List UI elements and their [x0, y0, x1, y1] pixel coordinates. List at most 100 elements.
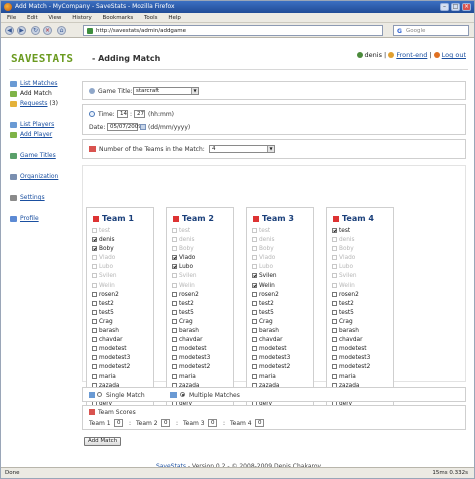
- sidebar-item-list-players[interactable]: List Players: [9, 120, 77, 130]
- score-input-team-2[interactable]: 0: [161, 419, 170, 427]
- home-icon[interactable]: ⌂: [57, 26, 66, 35]
- player-row[interactable]: modetest3: [92, 354, 130, 363]
- player-row[interactable]: Crag: [252, 318, 290, 327]
- player-row[interactable]: modetest2: [92, 363, 130, 372]
- player-checkbox[interactable]: [332, 346, 337, 352]
- player-checkbox[interactable]: [172, 355, 177, 361]
- player-checkbox[interactable]: [92, 337, 97, 343]
- sidebar-item-list-matches[interactable]: List Matches: [9, 79, 77, 89]
- player-checkbox[interactable]: [332, 373, 337, 379]
- player-checkbox[interactable]: [332, 300, 337, 306]
- player-checkbox[interactable]: [332, 337, 337, 343]
- player-row[interactable]: rosen2: [92, 291, 130, 300]
- date-input[interactable]: 05/07/2009: [107, 123, 142, 131]
- player-row[interactable]: barash: [92, 327, 130, 336]
- player-checkbox[interactable]: [332, 364, 337, 370]
- player-checkbox[interactable]: [332, 318, 337, 324]
- player-row[interactable]: Boby: [92, 245, 130, 254]
- player-checkbox[interactable]: [252, 337, 257, 343]
- score-input-team-3[interactable]: 0: [208, 419, 217, 427]
- back-icon[interactable]: ◀: [5, 26, 14, 35]
- sidebar-item-label[interactable]: Game Titles: [20, 152, 56, 159]
- player-row[interactable]: test5: [172, 309, 210, 318]
- player-row[interactable]: modetest: [332, 345, 370, 354]
- player-checkbox[interactable]: [172, 373, 177, 379]
- player-checkbox[interactable]: [92, 318, 97, 324]
- sidebar-item-add-player[interactable]: Add Player: [9, 130, 77, 140]
- player-row[interactable]: Welin: [252, 282, 290, 291]
- minute-input[interactable]: 27: [134, 110, 145, 118]
- player-row[interactable]: chavdar: [172, 336, 210, 345]
- sidebar-item-label[interactable]: Requests: [20, 100, 48, 107]
- score-input-team-4[interactable]: 0: [255, 419, 264, 427]
- player-checkbox[interactable]: [92, 309, 97, 315]
- player-checkbox[interactable]: [172, 255, 177, 261]
- player-row[interactable]: test2: [252, 300, 290, 309]
- player-row[interactable]: maria: [172, 373, 210, 382]
- player-checkbox[interactable]: [92, 300, 97, 306]
- player-row[interactable]: maria: [332, 373, 370, 382]
- player-checkbox[interactable]: [252, 346, 257, 352]
- player-checkbox[interactable]: [252, 355, 257, 361]
- logout-link[interactable]: Log out: [442, 51, 466, 59]
- maximize-button[interactable]: □: [451, 3, 460, 11]
- player-row[interactable]: modetest2: [172, 363, 210, 372]
- player-checkbox[interactable]: [172, 291, 177, 297]
- player-row[interactable]: denis: [92, 236, 130, 245]
- player-row[interactable]: test2: [92, 300, 130, 309]
- multiple-matches-radio-wrap[interactable]: [180, 391, 185, 398]
- player-row[interactable]: modetest: [252, 345, 290, 354]
- player-checkbox[interactable]: [252, 273, 257, 279]
- player-checkbox[interactable]: [252, 328, 257, 334]
- player-row[interactable]: test2: [332, 300, 370, 309]
- single-match-radio[interactable]: [97, 392, 102, 397]
- sidebar-item-label[interactable]: List Matches: [20, 80, 58, 87]
- player-checkbox[interactable]: [332, 309, 337, 315]
- menu-bookmarks[interactable]: Bookmarks: [103, 15, 134, 21]
- player-row[interactable]: modetest3: [252, 354, 290, 363]
- player-checkbox[interactable]: [332, 228, 337, 233]
- player-row[interactable]: modetest3: [172, 354, 210, 363]
- search-box[interactable]: G Google: [393, 25, 469, 36]
- player-row[interactable]: Crag: [172, 318, 210, 327]
- url-bar[interactable]: http://savestats/admin/addgame: [83, 25, 383, 36]
- player-checkbox[interactable]: [252, 291, 257, 297]
- hour-input[interactable]: 14: [117, 110, 128, 118]
- menu-tools[interactable]: Tools: [144, 15, 158, 21]
- player-row[interactable]: Svilen: [252, 272, 290, 281]
- player-checkbox[interactable]: [92, 328, 97, 334]
- player-row[interactable]: chavdar: [332, 336, 370, 345]
- sidebar-item-organization[interactable]: Organization: [9, 172, 77, 182]
- player-checkbox[interactable]: [252, 300, 257, 306]
- stop-icon[interactable]: ×: [43, 26, 52, 35]
- single-match-radio-wrap[interactable]: [97, 391, 102, 398]
- player-checkbox[interactable]: [172, 364, 177, 370]
- player-checkbox[interactable]: [172, 318, 177, 324]
- reload-icon[interactable]: ↻: [31, 26, 40, 35]
- player-checkbox[interactable]: [92, 237, 97, 243]
- player-row[interactable]: maria: [252, 373, 290, 382]
- game-title-select[interactable]: starcraft ▼: [133, 87, 199, 95]
- player-checkbox[interactable]: [92, 355, 97, 361]
- sidebar-item-settings[interactable]: Settings: [9, 193, 77, 203]
- player-row[interactable]: Crag: [92, 318, 130, 327]
- calendar-icon[interactable]: [140, 124, 146, 130]
- sidebar-item-game-titles[interactable]: Game Titles: [9, 151, 77, 161]
- player-row[interactable]: rosen2: [172, 291, 210, 300]
- minimize-button[interactable]: –: [440, 3, 449, 11]
- close-button[interactable]: ×: [462, 3, 471, 11]
- player-checkbox[interactable]: [332, 291, 337, 297]
- sidebar-item-label[interactable]: Profile: [20, 215, 39, 222]
- player-row[interactable]: test: [332, 227, 370, 236]
- player-checkbox[interactable]: [92, 291, 97, 297]
- player-row[interactable]: modetest2: [252, 363, 290, 372]
- sidebar-item-label[interactable]: Settings: [20, 194, 45, 201]
- player-checkbox[interactable]: [172, 337, 177, 343]
- player-row[interactable]: barash: [252, 327, 290, 336]
- sidebar-item-profile[interactable]: Profile: [9, 214, 77, 224]
- sidebar-item-label[interactable]: Add Player: [20, 131, 52, 138]
- player-checkbox[interactable]: [252, 373, 257, 379]
- player-checkbox[interactable]: [172, 264, 177, 270]
- player-checkbox[interactable]: [252, 282, 257, 288]
- player-checkbox[interactable]: [172, 328, 177, 334]
